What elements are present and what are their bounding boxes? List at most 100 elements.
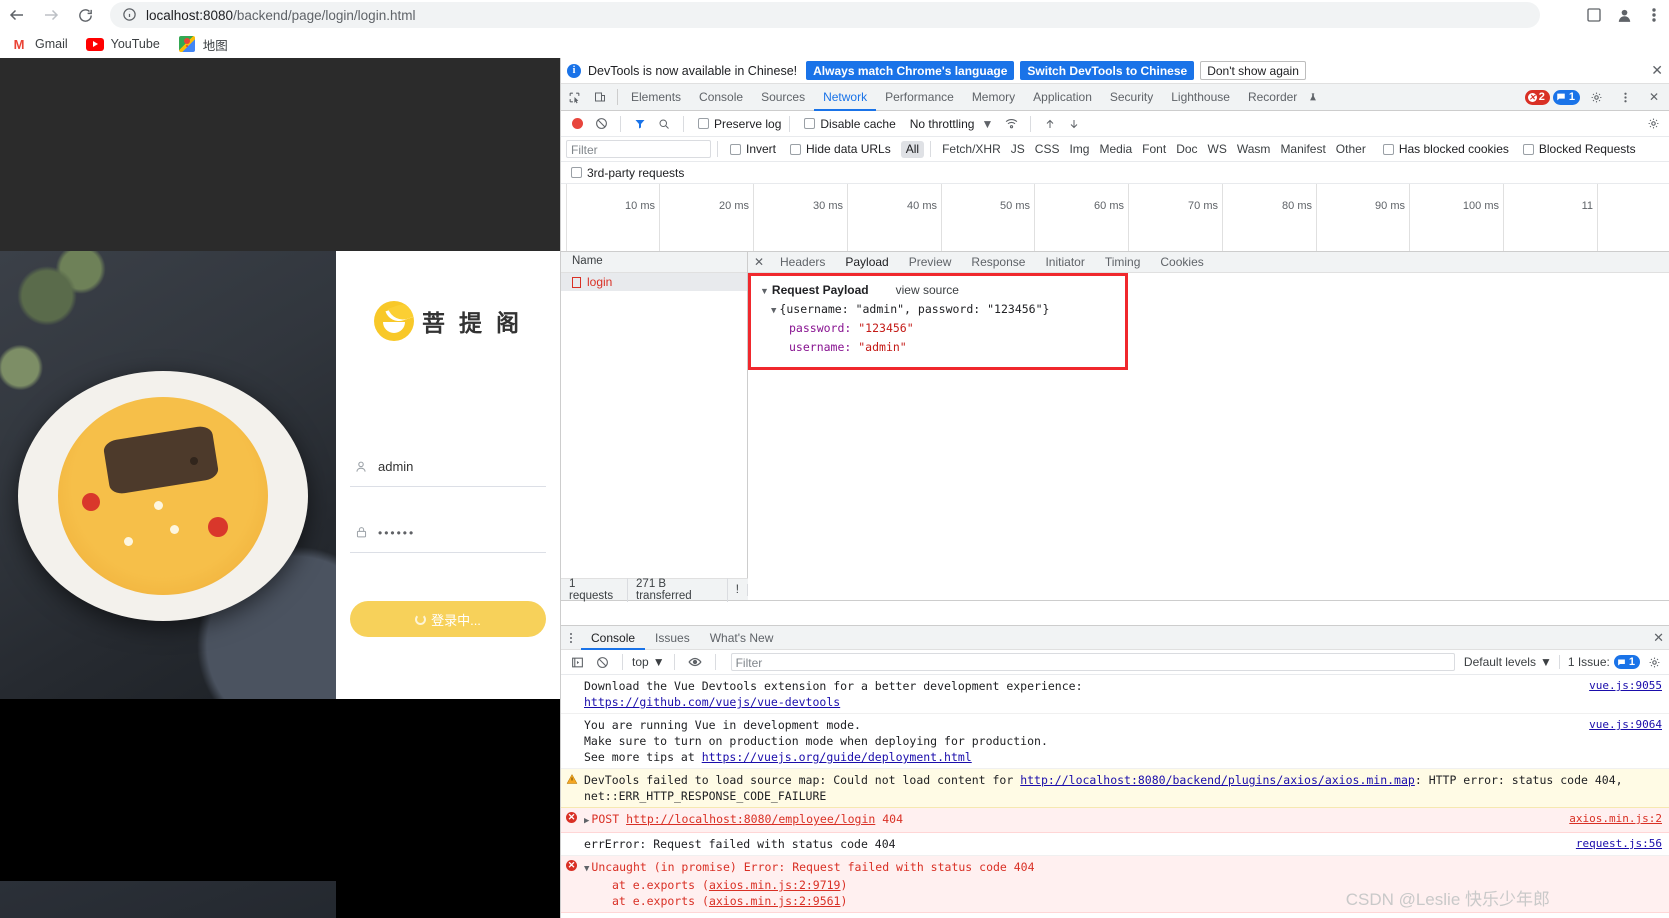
tab-recorder[interactable]: Recorder (1239, 84, 1306, 111)
import-har-icon[interactable] (1039, 113, 1061, 135)
tab-lighthouse[interactable]: Lighthouse (1162, 84, 1239, 111)
console-message-error[interactable]: ✕ ▶ POST http://localhost:8080/employee/l… (561, 808, 1669, 833)
profile-avatar-icon[interactable] (1609, 0, 1639, 30)
hide-data-urls-checkbox[interactable]: Hide data URLs (790, 142, 891, 156)
export-har-icon[interactable] (1063, 113, 1085, 135)
console-levels-selector[interactable]: Default levels ▼ (1464, 655, 1552, 669)
forward-arrow-icon[interactable] (34, 0, 68, 30)
inspect-element-icon[interactable] (561, 84, 587, 110)
record-icon[interactable] (566, 113, 588, 135)
execute-snippet-icon[interactable] (566, 651, 588, 673)
bookmark-youtube[interactable]: YouTube (85, 35, 160, 53)
clear-console-icon[interactable] (591, 651, 613, 673)
filter-type-wasm[interactable]: Wasm (1232, 141, 1276, 158)
console-message[interactable]: errError: Request failed with status cod… (561, 833, 1669, 856)
chrome-menu-icon[interactable] (1639, 0, 1669, 30)
detail-tab-preview[interactable]: Preview (899, 252, 962, 273)
detail-tab-initiator[interactable]: Initiator (1035, 252, 1094, 273)
console-source-link[interactable]: vue.js:9055 (1589, 678, 1662, 694)
console-request-url[interactable]: http://localhost:8080/employee/login (626, 812, 875, 826)
console-source-link[interactable]: request.js:56 (1576, 836, 1662, 852)
detail-tab-cookies[interactable]: Cookies (1150, 252, 1213, 273)
view-source-link[interactable]: view source (896, 283, 959, 297)
network-conditions-icon[interactable] (1000, 113, 1022, 135)
bookmark-gmail[interactable]: M Gmail (10, 35, 68, 53)
login-button[interactable]: 登录中... (350, 601, 546, 637)
stack-frame-link[interactable]: axios.min.js:2:9719 (709, 878, 841, 892)
close-icon[interactable]: ✕ (1651, 62, 1663, 79)
message-count-badge[interactable]: 1 (1552, 89, 1580, 105)
reload-icon[interactable] (68, 0, 102, 30)
console-context-selector[interactable]: top ▼ (632, 655, 665, 669)
filter-type-img[interactable]: Img (1064, 141, 1094, 158)
has-blocked-cookies-checkbox[interactable]: Has blocked cookies (1382, 142, 1509, 156)
chevron-down-icon[interactable]: ▼ (771, 306, 776, 316)
site-info-icon[interactable] (122, 7, 138, 23)
filter-type-ws[interactable]: WS (1203, 141, 1232, 158)
blocked-requests-checkbox[interactable]: Blocked Requests (1522, 142, 1636, 156)
network-settings-gear-icon[interactable] (1642, 113, 1664, 135)
network-timeline-overview[interactable]: 10 ms 20 ms 30 ms 40 ms 50 ms 60 ms 70 m… (561, 184, 1669, 252)
drawer-tab-console[interactable]: Console (581, 626, 645, 650)
table-row[interactable]: login (561, 273, 747, 291)
dont-show-again-button[interactable]: Don't show again (1200, 61, 1306, 80)
console-message-link[interactable]: http://localhost:8080/backend/plugins/ax… (1020, 773, 1415, 787)
tab-console[interactable]: Console (690, 84, 752, 111)
chevron-down-icon[interactable]: ▼ (760, 286, 769, 296)
live-expression-icon[interactable] (684, 651, 706, 673)
tab-elements[interactable]: Elements (622, 84, 690, 111)
console-message-link[interactable]: https://vuejs.org/guide/deployment.html (702, 750, 972, 764)
username-field[interactable]: admin (350, 447, 546, 487)
password-field[interactable]: •••••• (350, 513, 546, 553)
console-message[interactable]: You are running Vue in development mode.… (561, 714, 1669, 769)
console-message[interactable]: Download the Vue Devtools extension for … (561, 675, 1669, 714)
console-source-link[interactable]: vue.js:9064 (1589, 717, 1662, 733)
collapse-arrow-icon[interactable]: ▼ (584, 864, 589, 874)
tab-sources[interactable]: Sources (752, 84, 814, 111)
console-message-warning[interactable]: DevTools failed to load source map: Coul… (561, 769, 1669, 808)
tab-security[interactable]: Security (1101, 84, 1162, 111)
gear-icon[interactable] (1643, 651, 1665, 673)
more-vertical-icon[interactable] (561, 632, 581, 643)
close-icon[interactable]: ✕ (1641, 84, 1667, 110)
filter-type-manifest[interactable]: Manifest (1275, 141, 1330, 158)
disable-cache-checkbox[interactable]: Disable cache (804, 117, 896, 131)
gear-icon[interactable] (1583, 84, 1609, 110)
close-icon[interactable]: ✕ (1653, 630, 1664, 646)
filter-type-other[interactable]: Other (1331, 141, 1371, 158)
expand-arrow-icon[interactable]: ▶ (584, 816, 589, 826)
bookmark-maps[interactable]: 地图 (178, 35, 228, 54)
error-count-badge[interactable]: ✕ 2 (1524, 89, 1550, 105)
always-match-language-button[interactable]: Always match Chrome's language (806, 61, 1015, 80)
preserve-log-checkbox[interactable]: Preserve log (698, 117, 781, 131)
tab-application[interactable]: Application (1024, 84, 1101, 111)
throttling-select[interactable]: No throttling (910, 117, 975, 131)
filter-type-doc[interactable]: Doc (1171, 141, 1202, 158)
address-bar[interactable]: localhost:8080/backend/page/login/login.… (110, 2, 1540, 28)
console-filter-input[interactable]: Filter (730, 653, 1455, 671)
detail-tab-payload[interactable]: Payload (835, 252, 898, 273)
tab-memory[interactable]: Memory (963, 84, 1024, 111)
detail-tab-headers[interactable]: Headers (770, 252, 835, 273)
detail-tab-timing[interactable]: Timing (1095, 252, 1151, 273)
extensions-icon[interactable] (1579, 0, 1609, 30)
console-message-list[interactable]: Download the Vue Devtools extension for … (561, 675, 1669, 918)
tab-performance[interactable]: Performance (876, 84, 963, 111)
filter-type-media[interactable]: Media (1094, 141, 1137, 158)
column-header-name[interactable]: Name (561, 252, 747, 273)
filter-icon[interactable] (629, 113, 651, 135)
console-message-link[interactable]: https://github.com/vuejs/vue-devtools (584, 695, 840, 709)
stack-frame-link[interactable]: axios.min.js:2:9561 (709, 894, 841, 908)
clear-icon[interactable] (590, 113, 612, 135)
drawer-tab-issues[interactable]: Issues (645, 626, 700, 650)
chevron-down-icon[interactable]: ▼ (976, 113, 998, 135)
issues-badge[interactable]: 1 Issue: 1 (1558, 655, 1640, 669)
filter-type-js[interactable]: JS (1006, 141, 1030, 158)
detail-tab-response[interactable]: Response (961, 252, 1035, 273)
drawer-tab-whats-new[interactable]: What's New (700, 626, 784, 650)
third-party-requests-checkbox[interactable]: 3rd-party requests (571, 166, 684, 180)
filter-type-fetchxhr[interactable]: Fetch/XHR (937, 141, 1006, 158)
console-source-link[interactable]: axios.min.js:2 (1569, 811, 1662, 827)
more-vertical-icon[interactable] (1612, 84, 1638, 110)
invert-checkbox[interactable]: Invert (730, 142, 776, 156)
